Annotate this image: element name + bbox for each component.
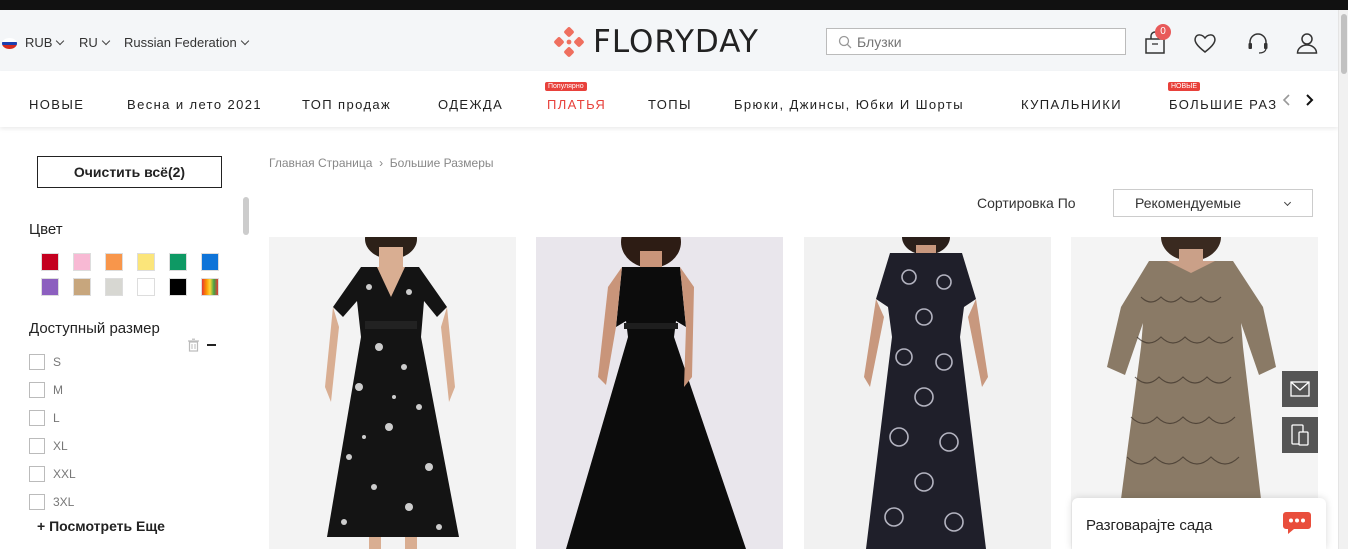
product-image[interactable] (269, 237, 516, 549)
color-swatch[interactable] (201, 278, 219, 296)
chevron-down-icon (101, 36, 111, 46)
russia-flag-icon (2, 38, 17, 49)
nav-item-top-sales[interactable]: ТОП продаж (302, 97, 391, 112)
checkbox[interactable] (29, 410, 45, 426)
nav-item-plus-size[interactable]: БОЛЬШИЕ РАЗМЕРЫ (1169, 97, 1278, 112)
product-image[interactable] (536, 237, 783, 549)
logo-text: FLORYDAY (593, 24, 759, 60)
size-label: 3XL (53, 495, 75, 509)
color-swatch[interactable] (137, 278, 155, 296)
currency-selector[interactable]: RUB (25, 35, 65, 50)
product-card-floral-dress[interactable] (269, 237, 516, 549)
country-label: Russian Federation (124, 35, 237, 50)
checkbox[interactable] (29, 382, 45, 398)
size-filter-title: Доступный размер (29, 320, 160, 337)
top-black-bar (0, 0, 1348, 10)
nav-item-dresses[interactable]: ПЛАТЬЯ (547, 97, 606, 112)
sidebar-scrollbar[interactable] (243, 197, 249, 235)
color-swatch[interactable] (169, 278, 187, 296)
size-label: XXL (53, 467, 76, 481)
sort-dropdown[interactable]: Рекомендуемые (1113, 189, 1313, 217)
sort-value: Рекомендуемые (1135, 195, 1241, 211)
see-more-link[interactable]: + Посмотреть Еще (37, 518, 165, 534)
language-selector[interactable]: RU (79, 35, 111, 50)
size-label: M (53, 383, 63, 397)
size-option-xl[interactable]: XL (29, 438, 68, 454)
color-swatch[interactable] (41, 253, 59, 271)
nav-item-swimwear[interactable]: КУПАЛЬНИКИ (1021, 97, 1122, 112)
trash-icon[interactable] (187, 338, 200, 352)
sort-label: Сортировка По (977, 195, 1076, 211)
size-label: L (53, 411, 60, 425)
search-icon[interactable] (838, 35, 852, 49)
chevron-down-icon (56, 36, 65, 46)
checkbox[interactable] (29, 466, 45, 482)
chevron-right-icon[interactable] (1302, 93, 1316, 107)
customer-service-headset-icon[interactable] (1245, 30, 1271, 56)
chat-bubble-icon[interactable] (1282, 510, 1312, 536)
floryday-logo[interactable]: FLORYDAY (553, 24, 759, 60)
product-image[interactable] (804, 237, 1051, 549)
breadcrumb-home[interactable]: Главная Страница (269, 156, 372, 170)
nav-item-clothing[interactable]: ОДЕЖДА (438, 97, 503, 112)
color-swatch[interactable] (105, 278, 123, 296)
new-tag: НОВЫЕ (1168, 82, 1201, 91)
user-account-icon[interactable] (1294, 30, 1320, 56)
subscribe-email-button[interactable] (1282, 371, 1318, 407)
nav-item-tops[interactable]: ТОПЫ (648, 97, 692, 112)
chevron-down-icon (240, 36, 249, 46)
chevron-down-icon (1283, 198, 1292, 207)
page-scrollbar[interactable] (1338, 10, 1348, 549)
size-option-l[interactable]: L (29, 410, 60, 426)
size-option-m[interactable]: M (29, 382, 63, 398)
breadcrumb: Главная Страница › Большие Размеры (269, 156, 494, 170)
color-filter-title: Цвет (29, 221, 63, 238)
mobile-tablet-icon (1291, 424, 1309, 446)
size-option-xxl[interactable]: XXL (29, 466, 76, 482)
breadcrumb-current: Большие Размеры (389, 156, 494, 170)
popular-tag: Популярно (545, 82, 587, 91)
chevron-left-icon[interactable] (1280, 93, 1294, 107)
color-swatch[interactable] (201, 253, 219, 271)
clear-all-button[interactable]: Очистить всё(2) (37, 156, 222, 188)
currency-label: RUB (25, 35, 53, 50)
color-swatch[interactable] (169, 253, 187, 271)
nav-items-track: НОВЫЕ Весна и лето 2021 ТОП продаж ОДЕЖД… (0, 71, 1278, 127)
color-swatch[interactable] (41, 278, 59, 296)
flower-logo-icon (554, 27, 584, 57)
product-card-black-maxi-dress[interactable] (536, 237, 783, 549)
color-swatch[interactable] (105, 253, 123, 271)
color-swatch[interactable] (73, 253, 91, 271)
breadcrumb-separator-icon: › (375, 156, 387, 170)
checkbox[interactable] (29, 354, 45, 370)
color-swatch[interactable] (73, 278, 91, 296)
nav-item-spring-summer[interactable]: Весна и лето 2021 (127, 97, 262, 112)
site-header: RUB RU Russian Federation FLORYDAY 0 (0, 10, 1338, 71)
mobile-app-button[interactable] (1282, 417, 1318, 453)
main-navigation: НОВЫЕ Весна и лето 2021 ТОП продаж ОДЕЖД… (0, 71, 1338, 127)
envelope-icon (1290, 381, 1310, 397)
nav-item-bottoms[interactable]: Брюки, Джинсы, Юбки И Шорты (734, 97, 964, 112)
country-selector[interactable]: Russian Federation (124, 35, 249, 50)
cart-count-badge: 0 (1155, 24, 1171, 40)
size-label: S (53, 355, 62, 369)
chat-label: Разговарајте сада (1086, 517, 1213, 534)
wishlist-heart-icon[interactable] (1192, 30, 1218, 56)
checkbox[interactable] (29, 438, 45, 454)
language-label: RU (79, 35, 98, 50)
size-option-s[interactable]: S (29, 354, 61, 370)
plus-icon: + (37, 518, 46, 534)
size-option-3xl[interactable]: 3XL (29, 494, 74, 510)
search-input[interactable] (857, 29, 1127, 54)
checkbox[interactable] (29, 494, 45, 510)
product-card-paisley-maxi-dress[interactable] (804, 237, 1051, 549)
scrollbar-thumb[interactable] (1341, 14, 1347, 74)
live-chat-widget[interactable]: Разговарајте сада (1072, 498, 1326, 549)
collapse-minus-icon[interactable] (207, 344, 216, 346)
nav-item-new[interactable]: НОВЫЕ (29, 97, 84, 112)
size-label: XL (53, 439, 68, 453)
search-box[interactable] (826, 28, 1127, 55)
color-swatch[interactable] (137, 253, 155, 271)
see-more-label: Посмотреть Еще (49, 518, 165, 534)
